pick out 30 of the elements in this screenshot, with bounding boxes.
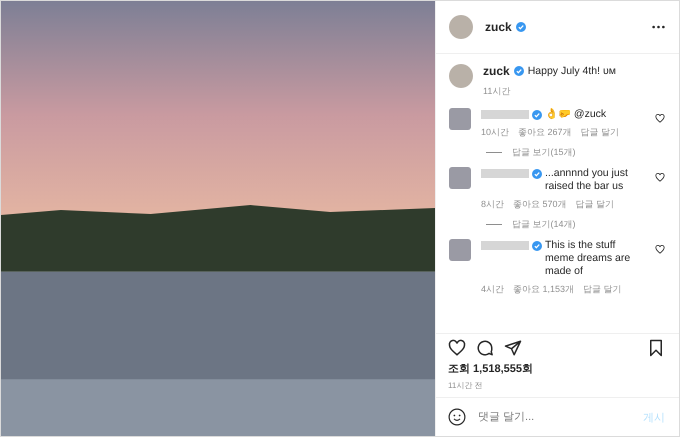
post-time: 11시간 전 (448, 380, 484, 391)
comment-text: This is the stuff meme dreams are made of (545, 239, 632, 278)
heart-icon[interactable] (655, 114, 665, 123)
timestamp: 11시간 (483, 85, 510, 98)
reply-link[interactable]: 답글 달기 (580, 126, 620, 139)
like-count[interactable]: 좋아요 570개 (513, 198, 567, 211)
view-count: 조회 1,518,555회 (448, 362, 534, 376)
more-options-icon[interactable] (652, 25, 665, 29)
timestamp: 10시간 (481, 126, 510, 139)
comment-icon[interactable] (476, 339, 494, 357)
send-icon[interactable] (504, 339, 522, 357)
heart-icon[interactable] (655, 245, 665, 254)
view-replies-link[interactable]: 답글 보기(14개) (512, 218, 576, 231)
like-count[interactable]: 좋아요 1,153개 (513, 283, 574, 296)
heart-icon[interactable] (448, 339, 466, 357)
caption-text: Happy July 4th! ᴜᴍ (528, 64, 616, 78)
timestamp: 4시간 (481, 283, 504, 296)
timestamp: 8시간 (481, 198, 504, 211)
like-count[interactable]: 좋아요 267개 (518, 126, 572, 139)
view-replies-link[interactable]: 답글 보기(15개) (512, 146, 576, 159)
bookmark-icon[interactable] (647, 339, 665, 357)
comment-text: 👌🤛 @zuck (545, 108, 608, 121)
smiley-icon[interactable] (448, 408, 466, 426)
username[interactable]: zuck (483, 64, 510, 78)
reply-link[interactable]: 답글 달기 (576, 198, 614, 211)
reply-link[interactable]: 답글 달기 (583, 283, 622, 296)
comment-input-field[interactable]: 댓글 달기... (476, 410, 633, 424)
username[interactable]: zuck (485, 20, 512, 34)
heart-icon[interactable] (655, 173, 665, 182)
comment-text: ...annnnd you just raised the bar us (545, 167, 629, 193)
